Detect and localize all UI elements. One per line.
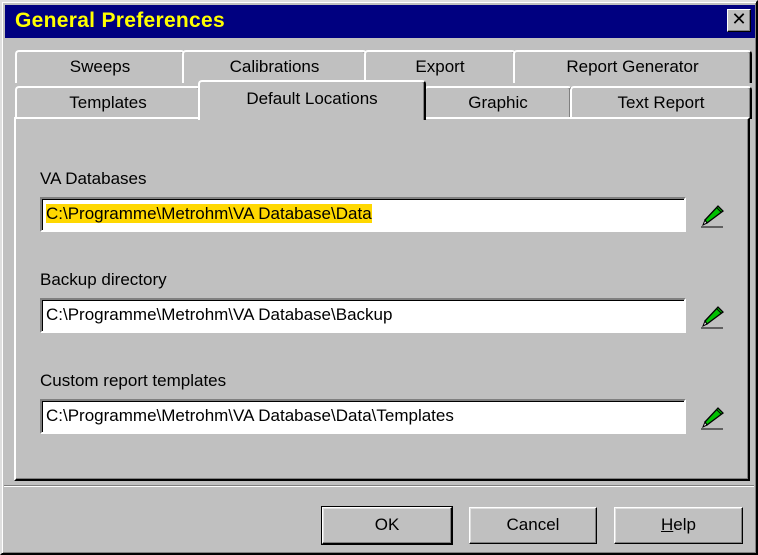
tab-label: Text Report: [617, 93, 705, 112]
title-bar[interactable]: General Preferences ✕: [5, 5, 755, 38]
backup-directory-label: Backup directory: [40, 270, 167, 289]
backup-directory-field[interactable]: C:\Programme\Metrohm\VA Database\Backup: [40, 298, 686, 333]
tab-export[interactable]: Export: [364, 50, 516, 83]
field-value: C:\Programme\Metrohm\VA Database\Backup: [46, 305, 393, 324]
separator: [4, 486, 754, 487]
tab-report-generator[interactable]: Report Generator: [513, 50, 752, 83]
tab-default-locations[interactable]: Default Locations: [198, 80, 426, 120]
tab-calibrations[interactable]: Calibrations: [182, 50, 367, 83]
tab-label: Export: [415, 57, 465, 76]
tab-templates[interactable]: Templates: [15, 86, 201, 119]
tab-label: Templates: [69, 93, 147, 112]
field-value: C:\Programme\Metrohm\VA Database\Data: [46, 204, 372, 223]
tab-label: Calibrations: [229, 57, 320, 76]
tab-label: Graphic: [468, 93, 528, 112]
tab-label: Sweeps: [69, 57, 131, 76]
close-button[interactable]: ✕: [727, 9, 751, 32]
preferences-dialog: General Preferences ✕ Sweeps Calibration…: [0, 0, 758, 555]
custom-report-templates-field[interactable]: C:\Programme\Metrohm\VA Database\Data\Te…: [40, 399, 686, 434]
va-databases-field[interactable]: C:\Programme\Metrohm\VA Database\Data: [40, 197, 686, 232]
close-icon: ✕: [731, 9, 747, 30]
pencil-icon[interactable]: [698, 302, 726, 330]
ok-label: OK: [374, 515, 400, 534]
va-databases-label: VA Databases: [40, 169, 147, 188]
help-label: elp: [673, 515, 696, 534]
cancel-button[interactable]: Cancel: [469, 507, 597, 544]
pencil-icon[interactable]: [698, 403, 726, 431]
tab-label: Default Locations: [246, 89, 378, 108]
tab-label: Report Generator: [566, 57, 699, 76]
help-button[interactable]: Help: [614, 507, 743, 544]
tab-sweeps[interactable]: Sweeps: [15, 50, 185, 83]
field-value: C:\Programme\Metrohm\VA Database\Data\Te…: [46, 406, 454, 425]
ok-button[interactable]: OK: [321, 506, 453, 545]
custom-report-templates-label: Custom report templates: [40, 371, 227, 390]
tab-text-report[interactable]: Text Report: [570, 86, 752, 119]
help-mnemonic: H: [661, 515, 674, 534]
pencil-icon[interactable]: [698, 201, 726, 229]
cancel-label: Cancel: [506, 515, 560, 534]
tab-graphic[interactable]: Graphic: [424, 86, 572, 119]
dialog-title: General Preferences: [15, 9, 225, 32]
